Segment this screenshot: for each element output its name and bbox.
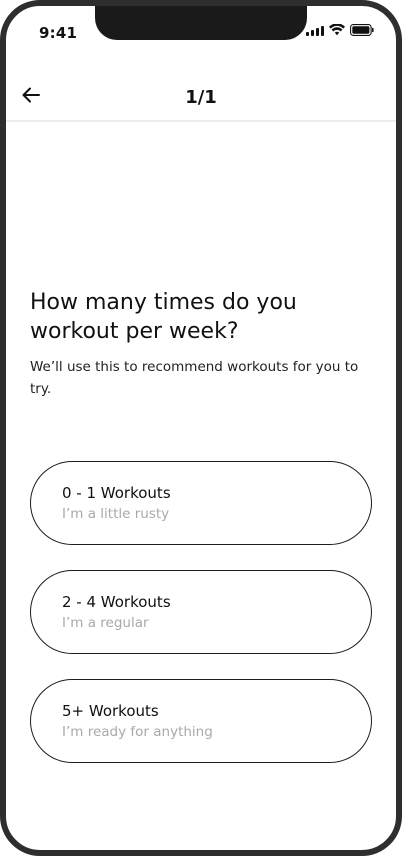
option-title: 2 - 4 Workouts bbox=[62, 592, 171, 611]
option-5-plus-workouts[interactable]: 5+ Workouts I’m ready for anything bbox=[30, 679, 372, 763]
nav-bar: 1/1 bbox=[6, 72, 396, 122]
options-list: 0 - 1 Workouts I’m a little rusty 2 - 4 … bbox=[30, 461, 372, 788]
notch bbox=[95, 6, 307, 40]
question-title: How many times do you workout per week? bbox=[30, 290, 297, 344]
battery-icon bbox=[350, 24, 374, 36]
option-0-1-workouts[interactable]: 0 - 1 Workouts I’m a little rusty bbox=[30, 461, 372, 545]
status-icons bbox=[306, 24, 374, 36]
option-2-4-workouts[interactable]: 2 - 4 Workouts I’m a regular bbox=[30, 570, 372, 654]
question-subtitle: We’ll use this to recommend workouts for… bbox=[30, 359, 359, 397]
wifi-icon bbox=[329, 24, 345, 36]
status-time: 9:41 bbox=[39, 24, 78, 42]
cellular-signal-icon bbox=[306, 25, 324, 36]
option-title: 5+ Workouts bbox=[62, 701, 159, 720]
option-title: 0 - 1 Workouts bbox=[62, 483, 171, 502]
page-progress-title: 1/1 bbox=[185, 87, 217, 108]
phone-frame: 9:41 1/1 How many times do you workout p… bbox=[0, 0, 402, 856]
option-subtitle: I’m ready for anything bbox=[62, 723, 213, 740]
option-subtitle: I’m a regular bbox=[62, 614, 149, 631]
option-subtitle: I’m a little rusty bbox=[62, 505, 170, 522]
